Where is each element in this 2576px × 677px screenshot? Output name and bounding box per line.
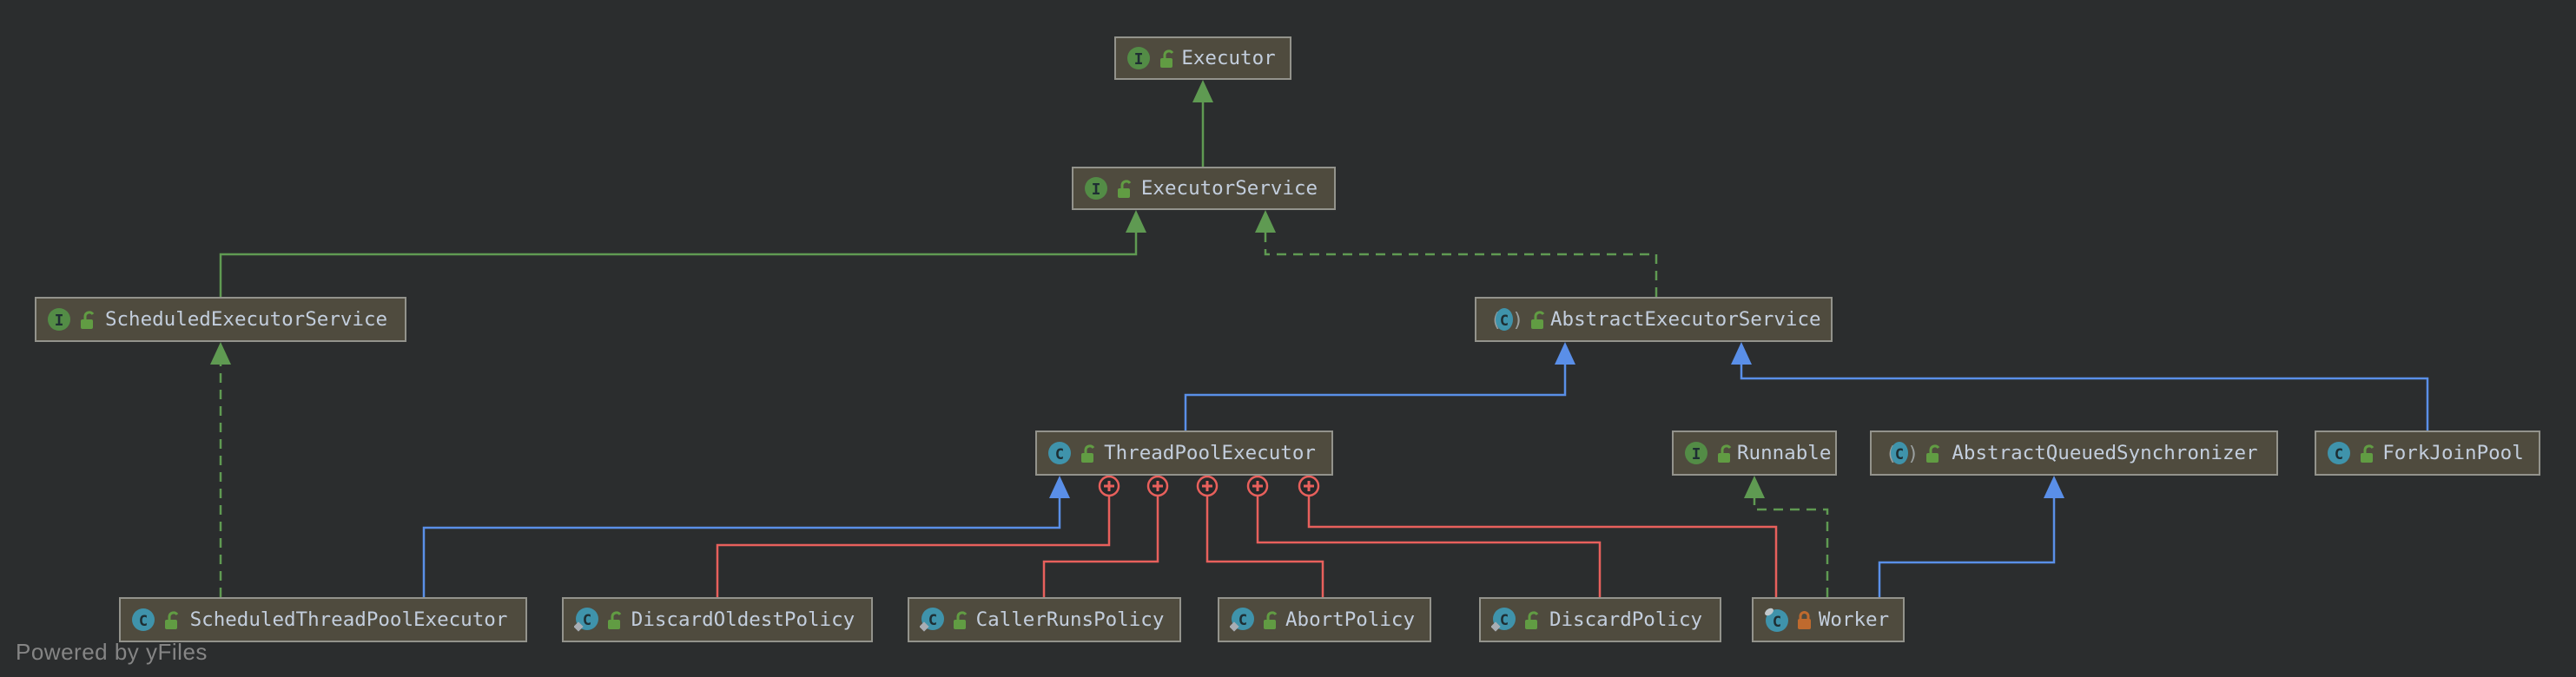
svg-text:C: C: [1895, 446, 1904, 463]
public-lock-icon: [1160, 49, 1174, 68]
edge-innerclass-discardoldestpolicy[interactable]: [716, 496, 1111, 597]
svg-text:): ): [1907, 444, 1917, 465]
edge-scheduledexecutorservice-extends-executorservice[interactable]: [219, 210, 1146, 297]
inner-class-plus-icon[interactable]: [1246, 475, 1269, 497]
static-class-icon: C: [574, 608, 598, 632]
node-label: DiscardOldestPolicy: [631, 608, 855, 631]
node-label: AbstractQueuedSynchronizer: [1952, 441, 2258, 464]
edge-innerclass-abortpolicy[interactable]: [1205, 496, 1324, 597]
node-label: Worker: [1818, 608, 1890, 631]
node-label: AbortPolicy: [1285, 608, 1415, 631]
edge-scheduledthreadpoolexecutor-extends-threadpoolexecutor[interactable]: [422, 476, 1070, 597]
svg-text:I: I: [1134, 50, 1144, 69]
node-label: ScheduledThreadPoolExecutor: [189, 608, 508, 631]
class-icon: C: [2328, 442, 2350, 464]
node-label: DiscardPolicy: [1549, 608, 1703, 631]
svg-text:C: C: [2335, 446, 2343, 463]
node-worker[interactable]: C Worker: [1752, 597, 1905, 642]
public-lock-icon: [81, 311, 95, 329]
svg-text:I: I: [1092, 181, 1101, 199]
interface-icon: I: [1685, 442, 1707, 464]
uml-diagram-canvas: I Executor I ExecutorService I Scheduled…: [0, 0, 2576, 677]
node-abort-policy[interactable]: C AbortPolicy: [1218, 597, 1431, 642]
node-abstract-executor-service[interactable]: ( C ) AbstractExecutorService: [1475, 297, 1833, 342]
node-label: ForkJoinPool: [2382, 441, 2524, 464]
inner-class-plus-icon[interactable]: [1146, 475, 1169, 497]
edge-innerclass-worker[interactable]: [1307, 496, 1778, 597]
public-lock-icon: [1926, 444, 1940, 463]
node-scheduled-executor-service[interactable]: I ScheduledExecutorService: [35, 297, 406, 342]
node-label: CallerRunsPolicy: [975, 608, 1165, 631]
svg-text:C: C: [139, 613, 148, 630]
static-class-icon: C: [1230, 608, 1254, 632]
public-lock-icon: [954, 611, 968, 629]
edge-worker-extends-abstractqueuedsynchronizer[interactable]: [1878, 476, 2064, 597]
public-lock-icon: [1531, 311, 1545, 329]
edge-threadpoolexecutor-extends-abstractexecutorservice[interactable]: [1184, 342, 1575, 431]
svg-text:C: C: [1500, 612, 1509, 629]
abstract-class-icon: ( C ): [1886, 442, 1917, 465]
interface-icon: I: [48, 308, 70, 331]
interface-icon: I: [1085, 177, 1107, 200]
edge-abstractexecutorservice-implements-executorservice[interactable]: [1255, 210, 1658, 297]
node-discard-oldest-policy[interactable]: C DiscardOldestPolicy: [562, 597, 873, 642]
node-abstract-queued-synchronizer[interactable]: ( C ) AbstractQueuedSynchronizer: [1870, 431, 2278, 476]
abstract-class-icon: ( C ): [1490, 308, 1522, 332]
svg-text:I: I: [1692, 445, 1701, 463]
node-scheduled-thread-pool-executor[interactable]: C ScheduledThreadPoolExecutor: [119, 597, 527, 642]
node-executor[interactable]: I Executor: [1114, 36, 1291, 80]
svg-text:C: C: [1055, 446, 1064, 463]
svg-text:C: C: [1773, 614, 1781, 631]
inner-class-plus-icon[interactable]: [1098, 475, 1120, 497]
public-lock-icon: [608, 611, 622, 629]
public-lock-icon: [165, 611, 179, 629]
node-label: Executor: [1181, 46, 1276, 69]
node-fork-join-pool[interactable]: C ForkJoinPool: [2315, 431, 2540, 476]
public-lock-icon: [1264, 611, 1278, 629]
svg-text:C: C: [1238, 612, 1247, 629]
node-discard-policy[interactable]: C DiscardPolicy: [1479, 597, 1721, 642]
edge-forkjoinpool-extends-abstractexecutorservice[interactable]: [1731, 342, 2429, 431]
inner-class-plus-icon[interactable]: [1196, 475, 1219, 497]
public-lock-icon: [2361, 444, 2375, 463]
public-lock-icon: [1525, 611, 1539, 629]
node-label: Runnable: [1737, 441, 1832, 464]
node-label: ThreadPoolExecutor: [1104, 441, 1316, 464]
interface-icon: I: [1127, 47, 1150, 69]
yfiles-watermark: Powered by yFiles: [16, 639, 208, 665]
svg-text:C: C: [1500, 312, 1509, 330]
static-class-icon: C: [920, 608, 944, 632]
private-lock-icon: [1798, 611, 1811, 629]
svg-text:I: I: [55, 312, 64, 330]
edge-executorservice-extends-executor[interactable]: [1192, 80, 1213, 167]
svg-text:C: C: [928, 612, 937, 629]
node-runnable[interactable]: I Runnable: [1672, 431, 1837, 476]
inner-class-plus-icon[interactable]: [1298, 475, 1320, 497]
node-label: ExecutorService: [1140, 176, 1318, 200]
class-icon: C: [132, 608, 155, 631]
inner-class-icon: C: [1765, 608, 1788, 632]
svg-text:C: C: [583, 612, 591, 629]
class-icon: C: [1048, 442, 1071, 464]
edge-scheduledthreadpoolexecutor-implements-scheduledexecutorservice[interactable]: [210, 342, 231, 597]
node-executor-service[interactable]: I ExecutorService: [1072, 167, 1336, 210]
public-lock-icon: [1118, 180, 1132, 198]
edge-worker-implements-runnable[interactable]: [1744, 476, 1829, 597]
public-lock-icon: [1718, 444, 1732, 463]
node-label: AbstractExecutorService: [1550, 307, 1821, 331]
node-label: ScheduledExecutorService: [104, 307, 388, 331]
node-thread-pool-executor[interactable]: C ThreadPoolExecutor: [1035, 431, 1333, 476]
edge-innerclass-callerrunspolicy[interactable]: [1042, 496, 1159, 597]
public-lock-icon: [1081, 444, 1095, 463]
static-class-icon: C: [1491, 608, 1516, 632]
svg-text:): ): [1512, 310, 1522, 332]
node-caller-runs-policy[interactable]: C CallerRunsPolicy: [908, 597, 1181, 642]
